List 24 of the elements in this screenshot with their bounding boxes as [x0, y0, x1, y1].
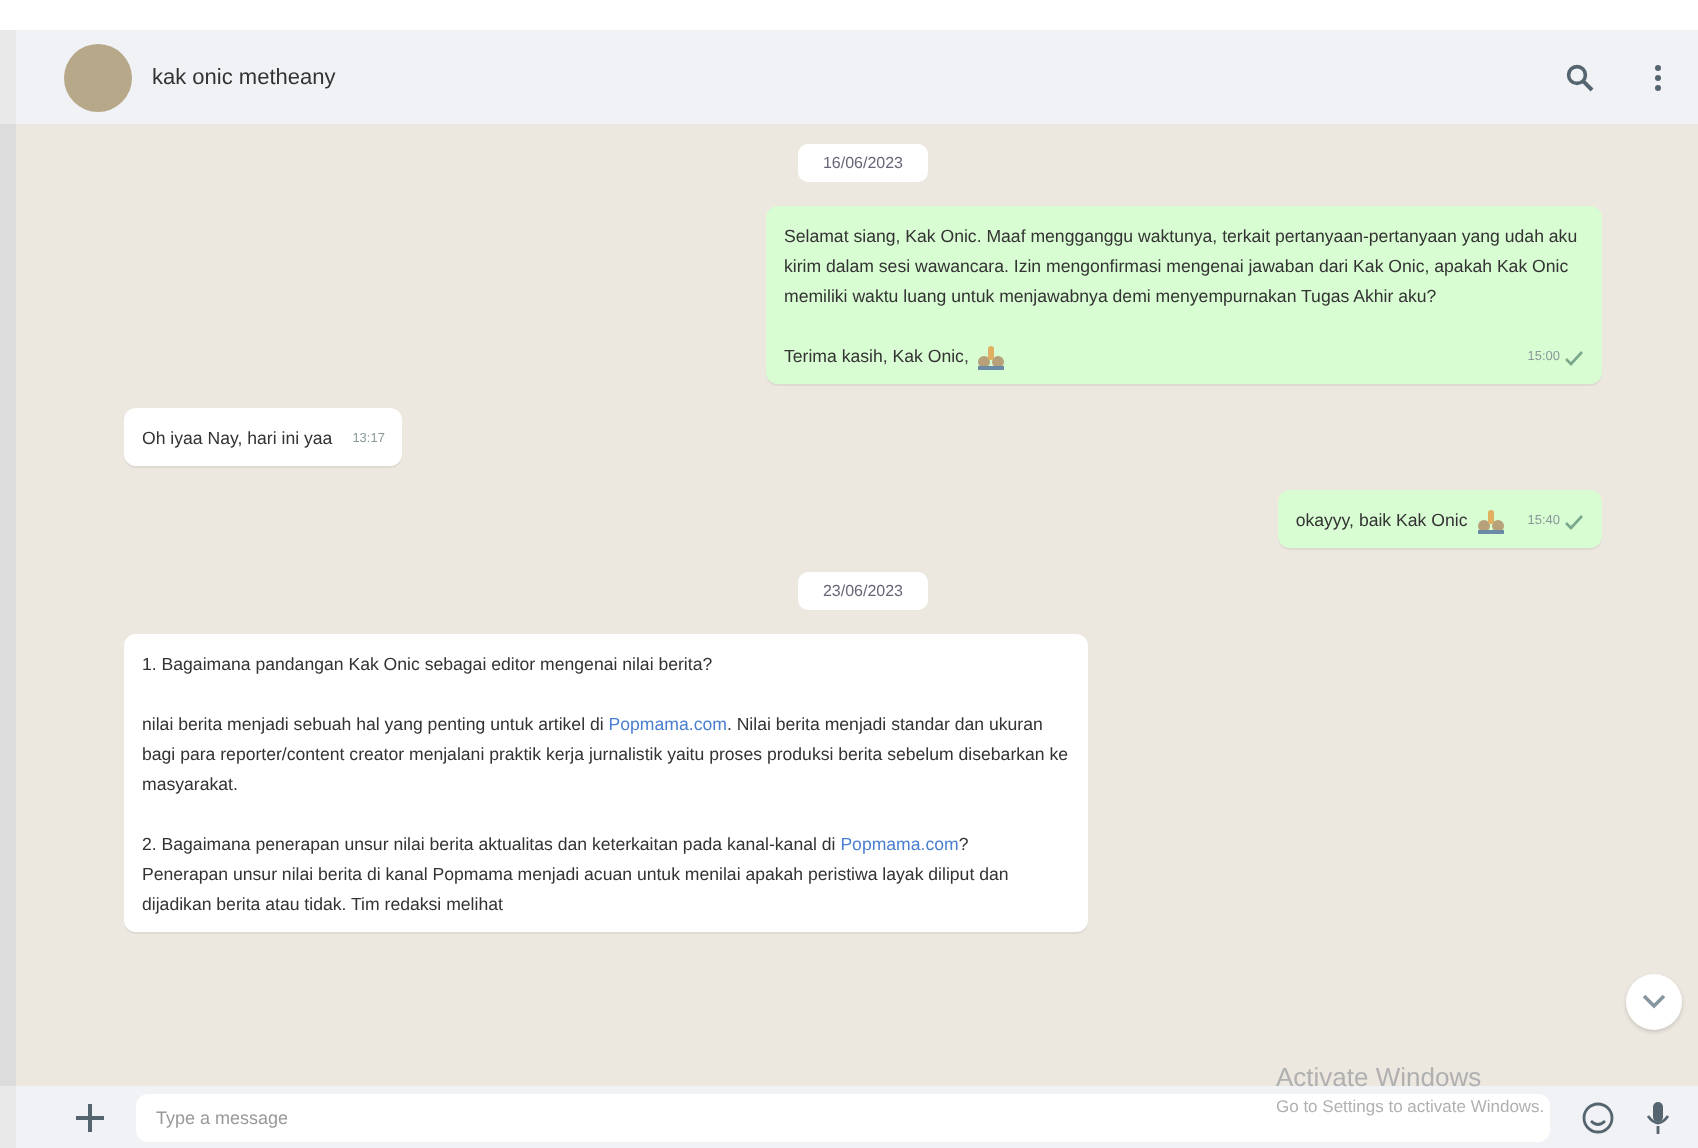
- emoji-icon[interactable]: [1582, 1101, 1614, 1133]
- menu-icon[interactable]: [1654, 63, 1662, 91]
- link[interactable]: Popmama.com: [840, 834, 959, 854]
- chevron-down-icon[interactable]: [1642, 994, 1666, 1010]
- message-text: Selamat siang, Kak Onic. Maaf mengganggu waktunya, terkait pertanyaan-pertanyaan yang udah aku kirim dalam sesi wawancara. Izin mengonfirmasi mengenai jawaban dari Kak Onic, apakah Kak Onic memiliki waktu luang untuk menjawabnya demi menyempurnakan Tugas Akhir aku?: [784, 224, 1580, 310]
- message-text: nilai berita menjadi sebuah hal yang penting untuk artikel di Popmama.com. Nilai berita menjadi standar dan ukuran bagi para reporter/content creator menjalani praktik kerja jurnalistik yaitu proses produksi berita sebelum disebarkan ke masyarakat.: [142, 712, 1070, 798]
- message-text: 1. Bagaimana pandangan Kak Onic sebagai editor mengenai nilai berita?: [142, 652, 715, 678]
- checkmark-icon[interactable]: [1564, 513, 1584, 529]
- search-icon[interactable]: [1566, 63, 1594, 91]
- plus-icon[interactable]: [76, 1103, 104, 1131]
- checkmark-icon[interactable]: [1564, 349, 1584, 365]
- activation-notice-title: Activate Windows: [1276, 1062, 1484, 1092]
- link[interactable]: Popmama.com: [608, 714, 727, 734]
- date-label: 16/06/2023: [798, 144, 928, 182]
- activation-notice-text: Go to Settings to activate Windows.: [1276, 1096, 1545, 1116]
- scroll-down-button[interactable]: [1626, 974, 1682, 1030]
- date-label: 23/06/2023: [798, 572, 928, 610]
- message-text: Oh iyaa Nay, hari ini yaa: [142, 426, 333, 452]
- message-text: okayyy, baik Kak Onic: [1295, 508, 1468, 534]
- microphone-icon[interactable]: [1646, 1101, 1670, 1133]
- message-text: Penerapan unsur nilai berita di kanal Popmama menjadi acuan untuk menilai apakah peristiwa layak diliput dan dijadikan berita atau tidak. Tim redaksi melihat: [142, 862, 1011, 918]
- message-text: 2. Bagaimana penerapan unsur nilai berita aktualitas dan keterkaitan pada kanal-kanal di Popmama.com?: [142, 832, 971, 858]
- contact-name[interactable]: kak onic metheany: [152, 65, 336, 89]
- message-text: Terima kasih, Kak Onic,: [784, 344, 969, 370]
